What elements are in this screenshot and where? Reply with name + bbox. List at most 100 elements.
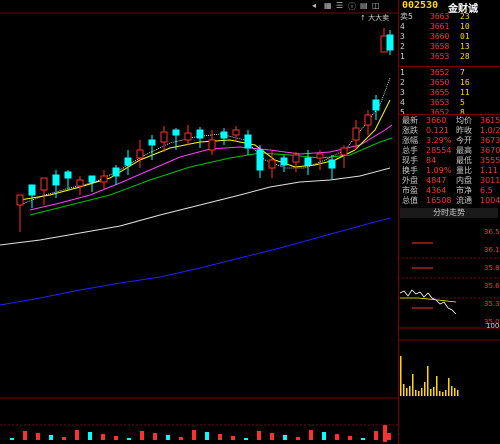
- row-volume: 16: [460, 78, 470, 87]
- candle-body: [304, 157, 312, 166]
- stat-value: 1004: [480, 196, 500, 205]
- volume-bar: [127, 438, 131, 440]
- row-volume: 10: [460, 22, 470, 31]
- stat-row: 涨幅 3.29% 今开 3673: [400, 136, 500, 146]
- candle-body: [100, 175, 108, 183]
- stat-row: 换手 1.09% 量比 1.11: [400, 166, 500, 176]
- stat-key: 现手: [402, 156, 418, 165]
- candle-body: [340, 147, 348, 156]
- row-volume: 7: [460, 68, 465, 77]
- row-label: 1: [400, 52, 405, 61]
- volume-bar: [348, 436, 352, 440]
- row-price: 3661: [430, 22, 450, 31]
- stat-key: 涨跌: [402, 126, 418, 135]
- row-volume: 23: [460, 12, 470, 21]
- volume-bar: [166, 435, 170, 440]
- ma-blue-line: [0, 217, 391, 306]
- volume-bar: [10, 438, 14, 440]
- row-price: 3655: [430, 88, 450, 97]
- stat-value: 4364: [426, 186, 447, 195]
- stat-value: 6.5: [480, 186, 493, 195]
- stat-value: 16508: [426, 196, 452, 205]
- row-volume: 11: [460, 88, 470, 97]
- row-label: 4: [400, 98, 405, 107]
- row-label: 卖5: [400, 12, 413, 21]
- buy-row: 3 3655 11: [400, 88, 500, 98]
- candle-body: [256, 149, 264, 171]
- stat-value: 3555: [480, 156, 500, 165]
- row-price: 3650: [430, 78, 450, 87]
- stat-key: 均价: [456, 116, 472, 125]
- minute-volume-bar: [448, 378, 450, 396]
- stat-key: 最新: [402, 116, 418, 125]
- minute-volume-bar: [445, 390, 447, 396]
- minute-volume-bar: [424, 382, 426, 396]
- volume-bar: [387, 433, 391, 440]
- stat-row: 市盈 4364 市净 6.5: [400, 186, 500, 196]
- stat-value: 1.0/20: [480, 126, 500, 135]
- candle-body: [184, 132, 192, 141]
- minute-volume: [398, 339, 500, 396]
- candle-body: [40, 177, 48, 191]
- stat-value: 1.09%: [426, 166, 452, 175]
- candles-group: [16, 28, 394, 232]
- row-volume: 13: [460, 42, 470, 51]
- minute-bottom-number: 1000: [486, 322, 500, 330]
- candle-body: [112, 167, 120, 177]
- stat-key: 内盘: [456, 176, 472, 185]
- stat-key: 最低: [456, 156, 472, 165]
- stat-key: 总手: [402, 146, 418, 155]
- volume-bar: [140, 431, 144, 440]
- candle-body: [76, 179, 84, 187]
- minute-volume-bar: [442, 392, 444, 396]
- candle-body: [208, 139, 216, 151]
- stat-key: 流通: [456, 196, 472, 205]
- candle-body: [64, 171, 72, 179]
- candle-body: [316, 153, 324, 159]
- stat-key: 总值: [402, 196, 418, 205]
- candle-body: [372, 99, 380, 111]
- row-price: 3652: [430, 68, 450, 77]
- minute-volume-bar: [400, 356, 402, 396]
- minute-tick-label: 35.8: [484, 264, 500, 272]
- buy-row: 4 3653 5: [400, 98, 500, 108]
- candle-body: [52, 174, 60, 186]
- row-label: 2: [400, 78, 405, 87]
- stats-divider: [398, 114, 500, 115]
- stat-value: 3615: [480, 116, 500, 125]
- stat-value: 3660: [426, 116, 447, 125]
- volume-bar: [244, 438, 248, 440]
- volume-bar: [257, 431, 261, 440]
- row-label: 4: [400, 22, 405, 31]
- stat-key: 外盘: [402, 176, 418, 185]
- peak-label: ↑ 大大卖: [360, 13, 389, 22]
- volume-bar: [361, 438, 365, 440]
- minute-price-line: [399, 289, 457, 315]
- minute-volume-bar: [418, 391, 420, 396]
- minute-volume-bar: [454, 388, 456, 396]
- volume-bar: [114, 436, 118, 440]
- stat-key: 市盈: [402, 186, 418, 195]
- candlestick-chart[interactable]: ↑ 大大卖: [0, 0, 398, 444]
- volume-bar: [23, 431, 27, 440]
- tab-minute-chart[interactable]: 分时走势: [400, 208, 498, 218]
- volume-bar: [296, 437, 300, 440]
- minute-volume-bar: [430, 389, 432, 396]
- minute-volume-bar: [415, 390, 417, 396]
- candle-body: [220, 131, 228, 139]
- minute-tick-label: 35.6: [484, 282, 500, 290]
- stat-key: 昨收: [456, 126, 472, 135]
- stat-row: 最新 3660 均价 3615: [400, 116, 500, 126]
- candle-body: [380, 35, 388, 53]
- minute-volume-bar: [439, 391, 441, 396]
- volume-bar: [335, 434, 339, 440]
- candle-body: [136, 149, 144, 159]
- stat-value: 1.11: [480, 166, 498, 175]
- volume-bar: [179, 437, 183, 440]
- candle-body: [124, 157, 132, 166]
- minute-volume-bar: [421, 388, 423, 396]
- candle-body: [386, 34, 394, 51]
- row-volume: 28: [460, 52, 470, 61]
- candle-body: [196, 129, 204, 139]
- stat-row: 现手 84 最低 3555: [400, 156, 500, 166]
